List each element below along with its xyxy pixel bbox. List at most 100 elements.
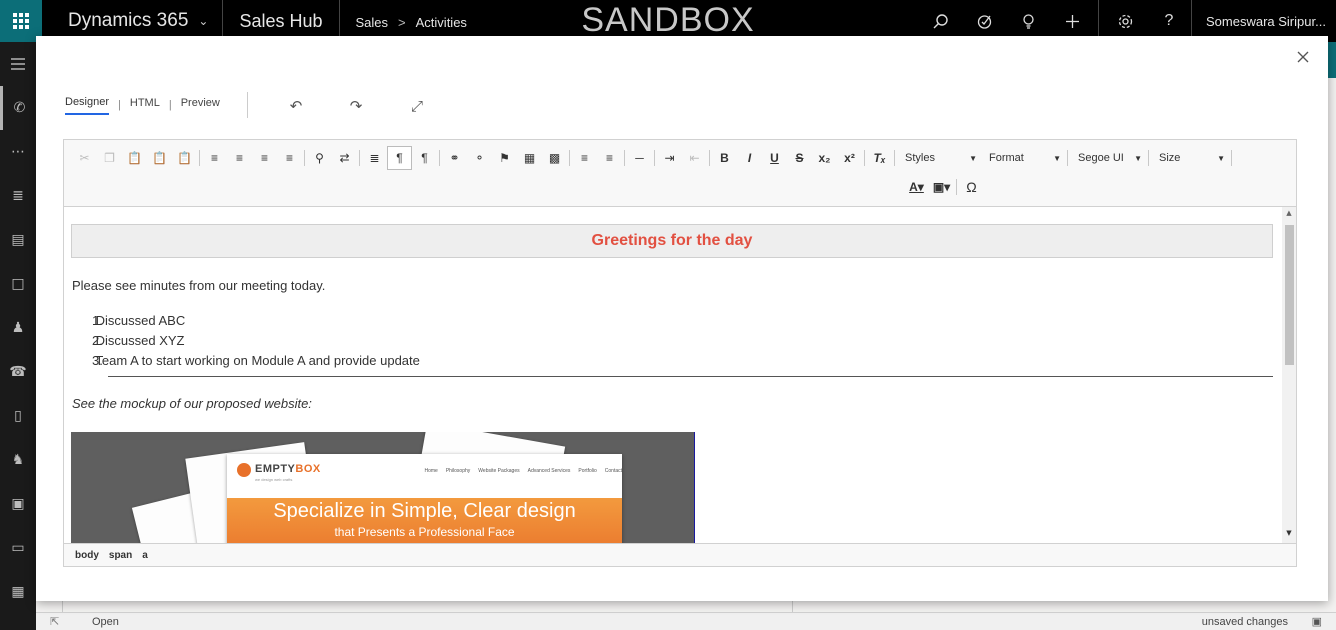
left-navigation: ✆ ⋯ ≣ ▤ □ ♟ ☎ ▯ ♞ ▣ ▭ ▦ [0,42,36,630]
toolbar-separator [1231,150,1232,166]
list-item: 3. Team A to start working on Module A a… [92,353,420,368]
numbered-list-icon[interactable]: ≡ [572,146,597,170]
justify-icon[interactable]: ≡ [277,146,302,170]
person-icon[interactable]: ♟ [0,306,36,350]
status-bar: ⇱ Open unsaved changes ▣ [36,612,1336,630]
hamburger-icon[interactable] [0,42,36,86]
toolbar-separator [654,150,655,166]
close-icon [1297,51,1309,63]
horizontal-line-icon[interactable]: ─ [627,146,652,170]
image-icon[interactable]: ▩ [542,146,567,170]
tab-designer[interactable]: Designer [65,94,110,115]
tab-preview[interactable]: Preview [181,95,220,114]
website-mockup-image[interactable]: EMPTYBOX we design web crafts Home Philo… [71,432,695,543]
flow-icon[interactable]: ≣ [0,174,36,218]
breadcrumb-item-sales[interactable]: Sales [356,15,389,30]
bold-icon[interactable]: B [712,146,737,170]
mockup-logo-text-a: EMPTY [255,463,296,475]
superscript-icon[interactable]: x² [837,146,862,170]
elements-path-item[interactable]: span [104,550,137,561]
styles-dropdown[interactable]: Styles ▼ [897,147,981,169]
scroll-thumb[interactable] [1285,225,1294,365]
remove-format-icon[interactable]: Tₓ [867,146,892,170]
table-icon[interactable]: ▦ [517,146,542,170]
report-icon[interactable]: ▣ [0,482,36,526]
tab-separator: | [168,98,172,111]
unsaved-changes-label: unsaved changes [1201,616,1288,628]
list-item-text: Discussed XYZ [95,333,185,348]
expand-icon[interactable]: ⇱ [50,615,59,628]
list-item: 2. Discussed XYZ [92,333,185,348]
strikethrough-icon[interactable]: S [787,146,812,170]
contact-call-icon[interactable]: ☎ [0,350,36,394]
format-dropdown[interactable]: Format ▼ [981,147,1065,169]
underline-icon[interactable]: U [762,146,787,170]
save-icon[interactable]: ▣ [1312,615,1322,628]
elements-path-bar: body span a [64,543,1296,566]
text-color-icon[interactable]: A▾ [904,175,929,199]
size-dropdown[interactable]: Size ▼ [1151,147,1229,169]
font-dropdown[interactable]: Segoe UI ▼ [1070,147,1146,169]
editor-toolbar: ✂ ❐ 📋 📋 📋 ≡ ≡ ≡ ≡ ⚲ ⇄ ≣ ¶ ¶ ⚭ ⚬ ⚑ ▦ ▩ ≡ … [64,140,1296,207]
format-dropdown-label: Format [989,152,1024,164]
tab-html[interactable]: HTML [130,95,160,114]
mockup-caption: See the mockup of our proposed website: [72,396,312,411]
toolbar-separator [1067,150,1068,166]
editor-content-area[interactable]: Greetings for the day Please see minutes… [64,207,1282,543]
special-character-icon[interactable]: Ω [959,175,984,199]
email-editor-dialog: Designer | HTML | Preview ↶ ↷ ⤢ ✂ ❐ 📋 📋 … [36,36,1328,601]
notes-icon[interactable]: □ [0,262,36,306]
breadcrumb-item-activities[interactable]: Activities [416,15,467,30]
list-item-text: Discussed ABC [95,313,186,328]
anchor-flag-icon[interactable]: ⚑ [492,146,517,170]
document-icon[interactable]: ▯ [0,394,36,438]
outdent-icon[interactable]: ⇤ [682,146,707,170]
elements-path-item[interactable]: body [70,550,104,561]
toolbar-row-2: A▾ ▣▾ Ω [904,175,984,199]
rich-text-editor: ✂ ❐ 📋 📋 📋 ≡ ≡ ≡ ≡ ⚲ ⇄ ≣ ¶ ¶ ⚭ ⚬ ⚑ ▦ ▩ ≡ … [63,139,1297,567]
horizontal-rule [108,376,1273,377]
paste-word-icon[interactable]: 📋 [172,146,197,170]
mockup-hero-title: Specialize in Simple, Clear design [273,500,576,522]
files-icon[interactable]: ▦ [0,570,36,614]
indent-icon[interactable]: ⇥ [657,146,682,170]
unlink-icon[interactable]: ⚬ [467,146,492,170]
align-right-icon[interactable]: ≡ [252,146,277,170]
background-color-icon[interactable]: ▣▾ [929,175,954,199]
undo-icon[interactable]: ↶ [286,96,306,116]
greeting-banner: Greetings for the day [71,224,1273,258]
redo-icon[interactable]: ↷ [346,96,366,116]
people-icon[interactable]: ♞ [0,438,36,482]
content-scrollbar[interactable]: ▲ ▼ [1282,207,1296,543]
ltr-direction-icon[interactable]: ¶ [387,146,412,170]
paste-text-icon[interactable]: 📋 [147,146,172,170]
background-accent [1328,42,1336,78]
bulleted-list-icon[interactable]: ≡ [597,146,622,170]
align-center-icon[interactable]: ≡ [227,146,252,170]
record-status: Open [92,616,119,628]
toolbar-separator [439,150,440,166]
clipboard-icon[interactable]: ▤ [0,218,36,262]
blockquote-icon[interactable]: ≣ [362,146,387,170]
find-icon[interactable]: ⚲ [307,146,332,170]
align-left-icon[interactable]: ≡ [202,146,227,170]
close-button[interactable] [1292,46,1314,68]
scroll-up-icon[interactable]: ▲ [1282,209,1296,221]
mockup-nav-item: Philosophy [445,468,471,474]
paste-icon[interactable]: 📋 [122,146,147,170]
italic-icon[interactable]: I [737,146,762,170]
scroll-down-icon[interactable]: ▼ [1282,529,1296,541]
cut-icon[interactable]: ✂ [72,146,97,170]
rtl-direction-icon[interactable]: ¶ [412,146,437,170]
app-name-label: Dynamics 365 [68,10,189,31]
collapse-icon[interactable]: ⤢ [407,96,427,116]
toolbar-row-1: ✂ ❐ 📋 📋 📋 ≡ ≡ ≡ ≡ ⚲ ⇄ ≣ ¶ ¶ ⚭ ⚬ ⚑ ▦ ▩ ≡ … [72,146,1234,170]
replace-icon[interactable]: ⇄ [332,146,357,170]
subscript-icon[interactable]: x₂ [812,146,837,170]
link-icon[interactable]: ⚭ [442,146,467,170]
more-icon[interactable]: ⋯ [0,130,36,174]
phone-call-icon[interactable]: ✆ [0,86,36,130]
copy-icon[interactable]: ❐ [97,146,122,170]
elements-path-item[interactable]: a [137,550,153,561]
page-icon[interactable]: ▭ [0,526,36,570]
